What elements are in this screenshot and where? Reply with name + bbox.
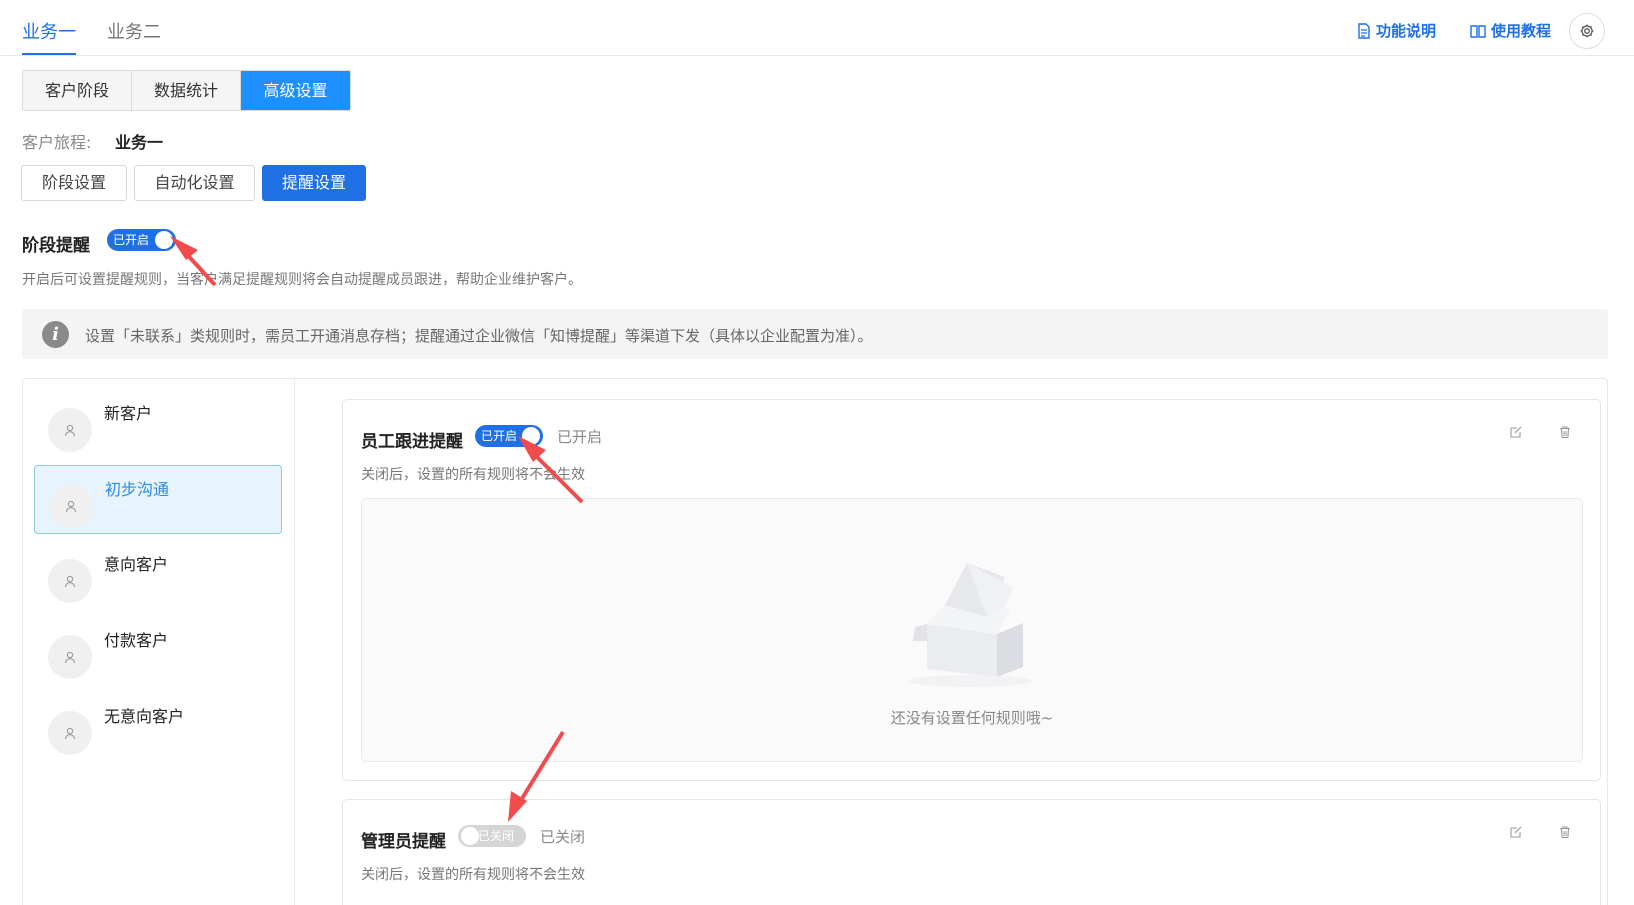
admin-reminder-status: 已关闭	[540, 828, 586, 846]
stage-reminder-title: 阶段提醒	[22, 236, 90, 256]
gear-icon	[1580, 24, 1594, 38]
tab-reminder-settings[interactable]: 提醒设置	[262, 165, 366, 201]
avatar	[48, 635, 92, 679]
delete-button[interactable]	[1555, 422, 1575, 442]
empty-rules-text: 还没有设置任何规则哦~	[890, 709, 1054, 727]
tab-business-two[interactable]: 业务二	[107, 18, 161, 44]
employee-reminder-description: 关闭后，设置的所有规则将不会生效	[361, 467, 585, 483]
tab-stage-settings[interactable]: 阶段设置	[21, 165, 127, 201]
avatar	[48, 408, 92, 452]
journey-value: 业务一	[115, 133, 164, 152]
stage-reminder-switch-text: 已开启	[113, 233, 150, 247]
trash-icon	[1560, 826, 1570, 839]
feature-description-label: 功能说明	[1376, 22, 1437, 40]
switch-knob	[522, 427, 540, 445]
stage-item-label: 付款客户	[104, 631, 169, 650]
reminder-panel: 新客户 初步沟通 意向客户 付款客户 无意向客户 员工跟进提醒 已开启 已开启 …	[22, 378, 1608, 905]
user-icon	[64, 651, 76, 664]
employee-reminder-switch-text: 已开启	[481, 429, 518, 443]
stage-reminder-switch[interactable]: 已开启	[107, 229, 176, 251]
user-icon	[64, 424, 76, 437]
tab-business-one[interactable]: 业务一	[22, 18, 76, 44]
edit-icon	[1510, 826, 1522, 838]
notice-text: 设置「未联系」类规则时，需员工开通消息存档；提醒通过企业微信「知博提醒」等渠道下…	[85, 327, 873, 345]
avatar	[48, 711, 92, 755]
feature-description-link[interactable]: 功能说明	[1357, 20, 1436, 41]
journey-label: 客户旅程:	[22, 133, 92, 152]
book-icon	[1470, 24, 1486, 38]
settings-button[interactable]	[1569, 13, 1605, 49]
stage-item-initial-contact[interactable]: 初步沟通	[34, 465, 282, 534]
tab-automation-settings[interactable]: 自动化设置	[134, 165, 255, 201]
admin-reminder-title: 管理员提醒	[361, 832, 446, 852]
edit-icon	[1510, 426, 1522, 438]
admin-reminder-description: 关闭后，设置的所有规则将不会生效	[361, 867, 585, 883]
notice-banner: i 设置「未联系」类规则时，需员工开通消息存档；提醒通过企业微信「知博提醒」等渠…	[22, 309, 1608, 359]
tab-advanced-settings[interactable]: 高级设置	[241, 71, 350, 110]
empty-box-illustration	[908, 563, 1032, 687]
stage-item-label: 意向客户	[104, 555, 169, 574]
edit-button[interactable]	[1506, 422, 1526, 442]
employee-reminder-switch[interactable]: 已开启	[475, 425, 543, 447]
empty-rules-area: 还没有设置任何规则哦~	[361, 498, 1583, 762]
stage-reminder-description: 开启后可设置提醒规则，当客户满足提醒规则将会自动提醒成员跟进，帮助企业维护客户。	[22, 272, 582, 288]
stage-sidebar: 新客户 初步沟通 意向客户 付款客户 无意向客户	[23, 379, 295, 905]
admin-reminder-card: 管理员提醒 已关闭 已关闭 关闭后，设置的所有规则将不会生效	[342, 799, 1601, 905]
main-tabs: 客户阶段 数据统计 高级设置	[22, 70, 351, 111]
tab-data-statistics[interactable]: 数据统计	[132, 71, 241, 110]
avatar	[49, 484, 93, 528]
stage-item-intended-customer[interactable]: 意向客户	[34, 541, 282, 610]
tutorial-link[interactable]: 使用教程	[1470, 20, 1551, 41]
admin-reminder-switch-text: 已关闭	[478, 829, 515, 843]
switch-knob	[461, 827, 479, 845]
switch-knob	[155, 231, 173, 249]
employee-reminder-title: 员工跟进提醒	[361, 432, 463, 452]
user-icon	[65, 500, 77, 513]
tutorial-label: 使用教程	[1491, 22, 1552, 40]
user-icon	[64, 727, 76, 740]
tab-customer-stage[interactable]: 客户阶段	[23, 71, 132, 110]
employee-reminder-card: 员工跟进提醒 已开启 已开启 关闭后，设置的所有规则将不会生效 还没有设置任何规…	[342, 399, 1601, 781]
stage-item-label: 无意向客户	[104, 707, 185, 726]
document-icon	[1358, 22, 1370, 39]
info-icon: i	[42, 321, 69, 348]
avatar	[48, 559, 92, 603]
delete-button[interactable]	[1555, 822, 1575, 842]
stage-item-new-customer[interactable]: 新客户	[34, 390, 282, 459]
top-bar: 业务一 业务二 功能说明 使用教程	[0, 0, 1634, 56]
stage-item-no-intent-customer[interactable]: 无意向客户	[34, 693, 282, 762]
stage-item-label: 新客户	[104, 404, 153, 423]
stage-item-paying-customer[interactable]: 付款客户	[34, 617, 282, 686]
admin-reminder-switch[interactable]: 已关闭	[458, 825, 526, 847]
trash-icon	[1560, 426, 1570, 439]
active-tab-underline	[22, 53, 76, 55]
edit-button[interactable]	[1506, 822, 1526, 842]
stage-item-label: 初步沟通	[105, 480, 170, 499]
user-icon	[64, 575, 76, 588]
employee-reminder-status: 已开启	[557, 428, 603, 446]
